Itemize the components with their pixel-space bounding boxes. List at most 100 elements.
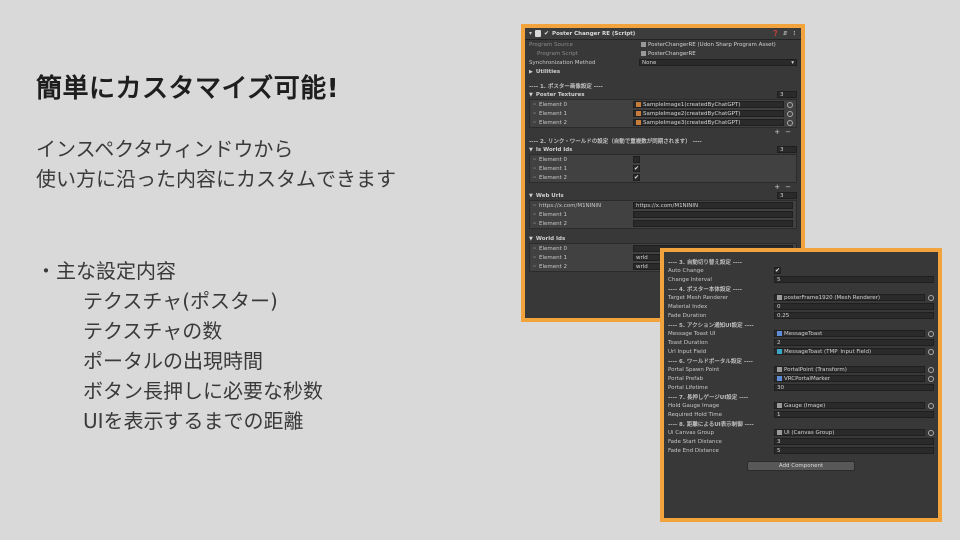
- element-label: Element 1: [539, 110, 568, 117]
- program-script-value: PosterChangerRE: [648, 50, 696, 57]
- element-label: Element 2: [539, 263, 568, 270]
- object-picker-icon[interactable]: [787, 110, 793, 117]
- is-world-toggle[interactable]: [633, 156, 640, 163]
- portal-spawn-value: PortalPoint (Transform): [784, 366, 847, 373]
- ui-canvas-row: Ui Canvas Group UI (Canvas Group): [664, 428, 938, 437]
- required-hold-field[interactable]: 1: [774, 411, 934, 418]
- list-item: ═ Element 2: [530, 219, 796, 228]
- foldout-arrow-icon: ▶: [529, 68, 533, 75]
- url-input-field[interactable]: MessageToast (TMP_Input Field): [774, 348, 925, 355]
- program-source-field[interactable]: PosterChangerRE (Udon Sharp Program Asse…: [639, 41, 797, 48]
- component-title: Poster Changer RE (Script): [552, 30, 636, 37]
- fade-duration-field[interactable]: 0.25: [774, 312, 934, 319]
- toast-duration-field[interactable]: 2: [774, 339, 934, 346]
- input-field-icon: [777, 349, 782, 354]
- material-index-field[interactable]: 0: [774, 303, 934, 310]
- url-field[interactable]: [633, 220, 793, 227]
- section-header-auto-change: ---- 3. 自動切り替え設定 ----: [668, 259, 742, 266]
- texture-icon: [636, 111, 641, 116]
- is-world-ids-label: Is World Ids: [535, 146, 573, 153]
- target-mesh-value: posterFrame1920 (Mesh Renderer): [784, 294, 881, 301]
- portal-spawn-row: Portal Spawn Point PortalPoint (Transfor…: [664, 365, 938, 374]
- poster-textures-list: ═ Element 0 SampleImage1(createdByChatGPT…: [529, 99, 797, 128]
- object-picker-icon[interactable]: [928, 429, 934, 436]
- remove-element-button[interactable]: −: [785, 183, 791, 191]
- section-header-poster-body: ---- 4. ポスター本体設定 ----: [668, 286, 742, 293]
- auto-change-toggle[interactable]: ✔: [774, 267, 781, 274]
- texture-value: SampleImage1(createdByChatGPT): [643, 101, 741, 108]
- list-item: ═ Element 0 SampleImage1(createdByChatGPT…: [530, 100, 796, 109]
- fade-duration-row: Fade Duration 0.25: [664, 311, 938, 320]
- portal-lifetime-field[interactable]: 30: [774, 384, 934, 391]
- toast-duration-row: Toast Duration 2: [664, 338, 938, 347]
- is-world-toggle[interactable]: ✔: [633, 165, 640, 172]
- texture-field[interactable]: SampleImage3(createdByChatGPT): [633, 119, 784, 126]
- is-world-toggle[interactable]: ✔: [633, 174, 640, 181]
- target-mesh-row: Target Mesh Renderer posterFrame1920 (Me…: [664, 293, 938, 302]
- ui-canvas-field[interactable]: UI (Canvas Group): [774, 429, 925, 436]
- preset-icon[interactable]: ⇵: [783, 31, 788, 37]
- portal-lifetime-row: Portal Lifetime 30: [664, 383, 938, 392]
- world-ids-foldout[interactable]: ▼ World Ids: [525, 234, 801, 243]
- is-world-ids-foldout[interactable]: ▼ Is World Ids 3: [525, 145, 801, 154]
- required-hold-row: Required Hold Time 1: [664, 410, 938, 419]
- list-item: ═ Element 0: [530, 155, 796, 164]
- portal-spawn-field[interactable]: PortalPoint (Transform): [774, 366, 925, 373]
- is-world-ids-count[interactable]: 3: [777, 146, 797, 153]
- sync-method-dropdown[interactable]: None ▾: [639, 59, 797, 66]
- url-field[interactable]: [633, 211, 793, 218]
- texture-field[interactable]: SampleImage2(createdByChatGPT): [633, 110, 784, 117]
- portal-prefab-field[interactable]: VRCPortalMarker: [774, 375, 925, 382]
- add-component-button[interactable]: Add Component: [747, 461, 855, 471]
- foldout-arrow-icon[interactable]: ▾: [529, 30, 532, 37]
- element-label: Element 0: [539, 245, 568, 252]
- ui-canvas-label: Ui Canvas Group: [668, 429, 714, 436]
- message-toast-field[interactable]: MessageToast: [774, 330, 925, 337]
- target-mesh-field[interactable]: posterFrame1920 (Mesh Renderer): [774, 294, 925, 301]
- component-header[interactable]: ▾ ✔ Poster Changer RE (Script) ❓ ⇵ ⋮: [525, 28, 801, 40]
- object-picker-icon[interactable]: [928, 366, 934, 373]
- enable-checkbox-icon[interactable]: ✔: [544, 30, 549, 37]
- program-source-label: Program Source: [529, 41, 573, 48]
- utilities-foldout[interactable]: ▶ Utilities: [525, 67, 801, 76]
- toast-duration-label: Toast Duration: [668, 339, 708, 346]
- program-script-field[interactable]: PosterChangerRE: [639, 50, 797, 57]
- object-picker-icon[interactable]: [787, 101, 793, 108]
- object-picker-icon[interactable]: [928, 375, 934, 382]
- portal-spawn-label: Portal Spawn Point: [668, 366, 720, 373]
- object-picker-icon[interactable]: [928, 330, 934, 337]
- url-field[interactable]: https://x.com/M1NININ: [633, 202, 793, 209]
- fade-end-field[interactable]: 5: [774, 447, 934, 454]
- help-icon[interactable]: ❓: [772, 31, 779, 37]
- more-menu-icon[interactable]: ⋮: [792, 31, 798, 37]
- object-picker-icon[interactable]: [928, 348, 934, 355]
- hold-gauge-field[interactable]: Gauge (Image): [774, 402, 925, 409]
- settings-list-item: テクスチャ(ポスター): [83, 289, 278, 313]
- sync-method-label: Synchronization Method: [529, 59, 596, 66]
- fade-start-field[interactable]: 3: [774, 438, 934, 445]
- texture-icon: [636, 120, 641, 125]
- section-header-link-world: ---- 2. リンク・ワールドの設定（自動で重複数が同期されます） ----: [529, 138, 702, 145]
- message-toast-label: Message Toast UI: [668, 330, 716, 337]
- web-urls-foldout[interactable]: ▼ Web Urls 3: [525, 191, 801, 200]
- web-urls-list: ═ https://x.com/M1NININ https://x.com/M1N…: [529, 200, 797, 229]
- list-item: ═ Element 1: [530, 210, 796, 219]
- poster-textures-count[interactable]: 3: [777, 91, 797, 98]
- web-urls-count[interactable]: 3: [777, 192, 797, 199]
- foldout-arrow-icon: ▼: [529, 192, 533, 199]
- object-picker-icon[interactable]: [928, 294, 934, 301]
- poster-textures-foldout[interactable]: ▼ Poster Textures 3: [525, 90, 801, 99]
- add-element-button[interactable]: +: [774, 183, 780, 191]
- poster-textures-label: Poster Textures: [535, 91, 585, 98]
- object-picker-icon[interactable]: [787, 119, 793, 126]
- texture-field[interactable]: SampleImage1(createdByChatGPT): [633, 101, 784, 108]
- add-element-button[interactable]: +: [774, 128, 780, 136]
- element-label: Element 1: [539, 211, 568, 218]
- change-interval-field[interactable]: 5: [774, 276, 934, 283]
- settings-list-item: UIを表示するまでの距離: [83, 409, 304, 433]
- object-picker-icon[interactable]: [928, 402, 934, 409]
- remove-element-button[interactable]: −: [785, 128, 791, 136]
- fade-start-row: Fade Start Distance 3: [664, 437, 938, 446]
- message-toast-row: Message Toast UI MessageToast: [664, 329, 938, 338]
- fade-duration-label: Fade Duration: [668, 312, 707, 319]
